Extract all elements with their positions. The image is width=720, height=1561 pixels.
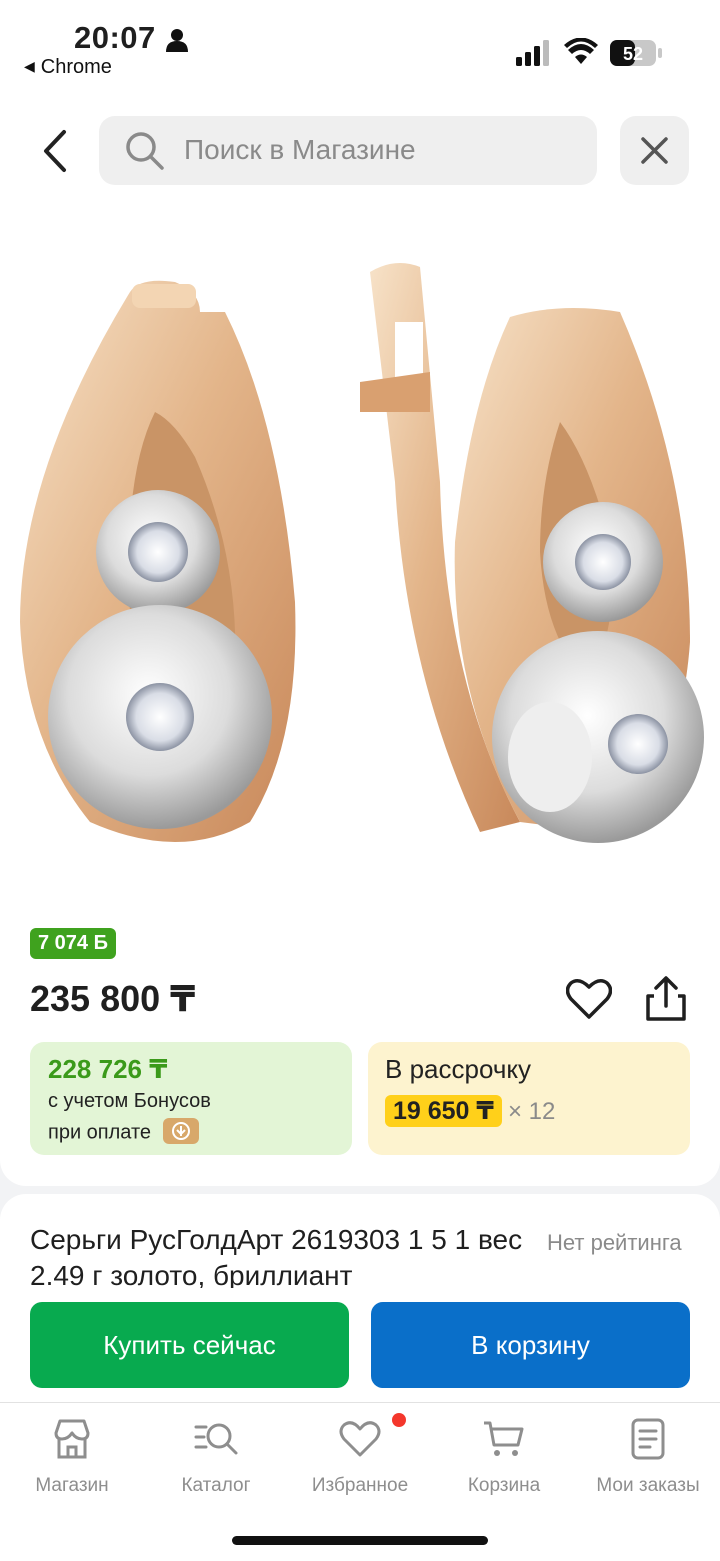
close-button[interactable]: [620, 116, 689, 185]
tab-orders-label: Мои заказы: [596, 1475, 700, 1496]
tab-catalog[interactable]: Каталог: [144, 1417, 288, 1497]
rating-status[interactable]: Нет рейтинга: [547, 1230, 682, 1256]
back-app-label: Chrome: [40, 56, 112, 78]
installment-title: В рассрочку: [385, 1054, 532, 1084]
payment-logo-icon: [162, 1118, 199, 1144]
installment-multiplier: × 12: [508, 1098, 556, 1125]
back-to-app-link[interactable]: ◀ Chrome: [24, 56, 112, 79]
product-card: 7 074 Б 235 800 ₸ 228 726 ₸ с учетом Бон…: [0, 212, 720, 1186]
close-icon: [641, 137, 668, 164]
home-indicator[interactable]: [232, 1536, 488, 1545]
tab-store-label: Магазин: [35, 1475, 109, 1496]
add-to-cart-button[interactable]: В корзину: [371, 1302, 690, 1388]
search-icon: [126, 132, 164, 170]
battery-icon: 52: [610, 40, 662, 66]
installment-amount: 19 650 ₸: [385, 1095, 502, 1127]
search-placeholder: Поиск в Магазине: [184, 134, 416, 165]
search-header: Поиск в Магазине: [0, 96, 720, 212]
orders-icon: [631, 1418, 665, 1460]
signal-icon: [516, 40, 549, 66]
store-icon: [54, 1419, 90, 1459]
bonus-line-1: с учетом Бонусов: [48, 1090, 211, 1112]
tab-store[interactable]: Магазин: [0, 1417, 144, 1497]
installment-card[interactable]: В рассрочку 19 650 ₸ × 12: [368, 1042, 690, 1155]
wifi-icon: [564, 38, 598, 64]
search-input[interactable]: Поиск в Магазине: [99, 116, 597, 185]
bonus-price: 228 726 ₸: [48, 1054, 168, 1084]
tab-favorites-label: Избранное: [311, 1475, 409, 1496]
tab-favorites[interactable]: Избранное: [288, 1417, 432, 1497]
bonus-price-card[interactable]: 228 726 ₸ с учетом Бонусов при оплате: [30, 1042, 352, 1155]
product-photo[interactable]: [0, 222, 720, 882]
product-price: 235 800 ₸: [30, 978, 196, 1019]
tab-orders[interactable]: Мои заказы: [576, 1417, 720, 1497]
buy-now-button[interactable]: Купить сейчас: [30, 1302, 349, 1388]
status-time: 20:07: [74, 20, 156, 55]
heart-icon: [339, 1421, 381, 1457]
svg-text:52: 52: [623, 44, 643, 64]
person-icon: [166, 29, 188, 52]
favorites-notification-dot: [392, 1413, 406, 1427]
tab-catalog-label: Каталог: [181, 1475, 251, 1496]
favorite-heart-icon[interactable]: [566, 978, 612, 1020]
catalog-icon: [194, 1423, 238, 1455]
tab-cart[interactable]: Корзина: [432, 1417, 576, 1497]
back-arrow-icon[interactable]: [30, 126, 80, 176]
bonus-line-2: при оплате: [48, 1121, 152, 1144]
bonus-points-badge: 7 074 Б: [30, 928, 116, 959]
tab-cart-label: Корзина: [467, 1475, 541, 1496]
product-title: Серьги РусГолдАрт 2619303 1 5 1 вес 2.49…: [30, 1224, 523, 1291]
action-bar: Купить сейчас В корзину: [0, 1288, 720, 1402]
cart-icon: [484, 1421, 524, 1456]
status-bar: 20:07 ◀ Chrome 52: [0, 0, 720, 96]
share-icon[interactable]: [644, 976, 688, 1022]
